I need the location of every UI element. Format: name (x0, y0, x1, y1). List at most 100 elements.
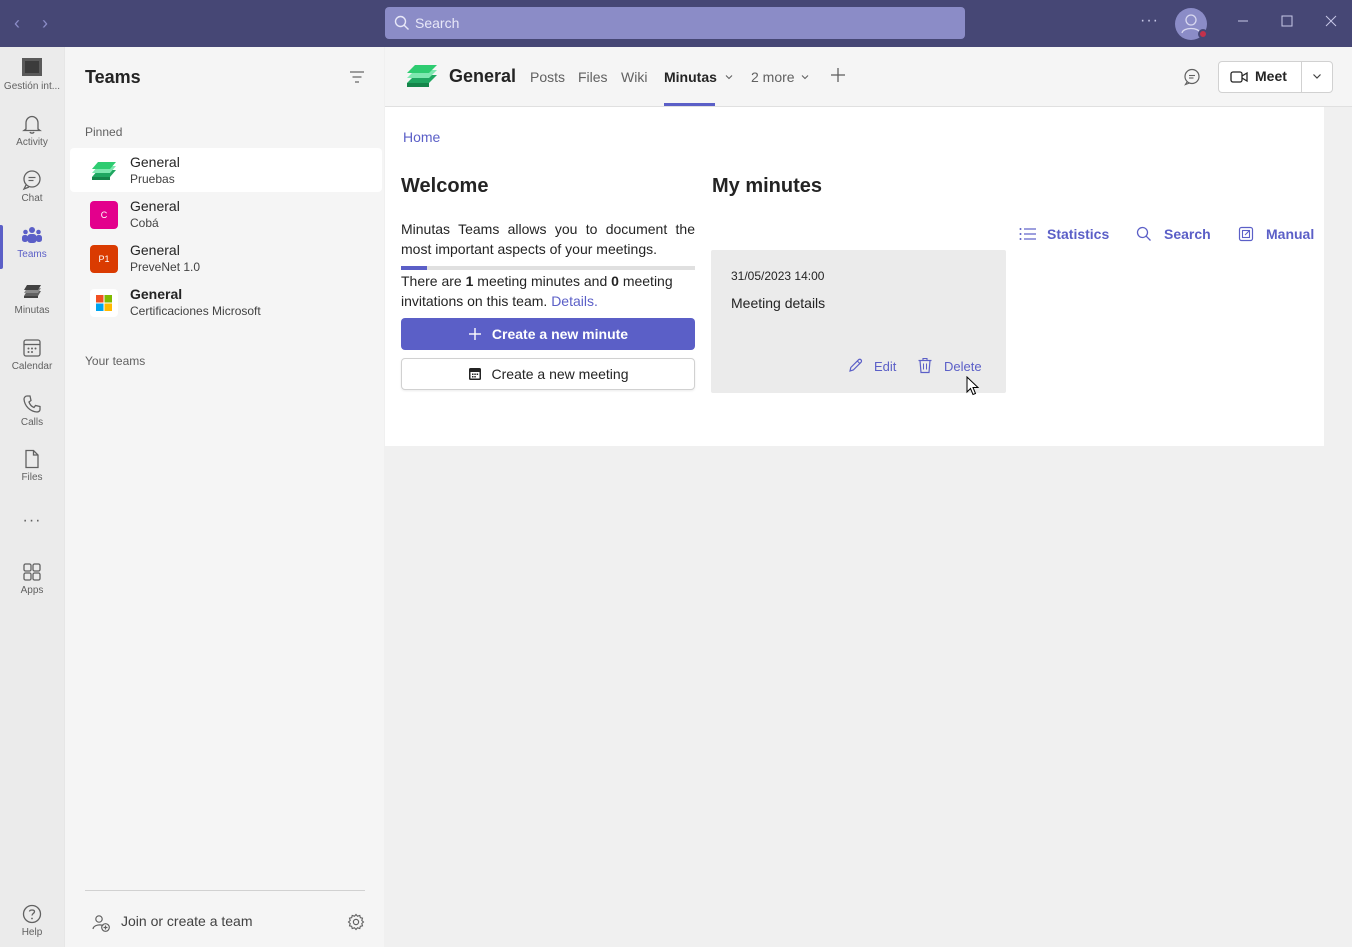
meet-button[interactable]: Meet (1218, 61, 1333, 93)
gear-icon[interactable] (347, 913, 365, 931)
pane-title: Teams (85, 67, 141, 87)
channel-title: General (449, 66, 517, 86)
chevron-down-icon (725, 75, 733, 80)
rail-item-gestion[interactable]: Gestión int... (0, 57, 64, 111)
search-icon (394, 15, 409, 30)
pencil-icon (849, 358, 863, 372)
microsoft-logo-icon (90, 289, 118, 317)
button-label: Create a new minute (491, 326, 629, 342)
summary-part: meeting minutes and (473, 273, 612, 289)
team-name: Pruebas (130, 172, 175, 186)
rail-item-calls[interactable]: Calls (0, 393, 64, 447)
more-options-icon[interactable]: ··· (1140, 12, 1159, 30)
details-link[interactable]: Details. (551, 293, 598, 309)
apps-icon (23, 563, 41, 581)
rail-label: Calls (20, 417, 44, 428)
calendar-icon (23, 339, 41, 357)
rail-item-teams[interactable]: Teams (0, 225, 64, 279)
team-name: PreveNet 1.0 (130, 260, 201, 274)
rail-item-activity[interactable]: Activity (0, 113, 64, 167)
global-search[interactable] (385, 7, 965, 39)
app-logo-icon (22, 58, 42, 76)
minimize-icon[interactable] (1231, 12, 1255, 34)
rail-item-apps[interactable]: Apps (0, 561, 64, 615)
active-tab-indicator (664, 103, 715, 106)
forward-arrow-icon[interactable]: › (34, 12, 56, 34)
team-channel-name: General (130, 242, 180, 258)
rail-item-chat[interactable]: Chat (0, 169, 64, 223)
teams-pane: Teams Pinned General Pruebas C General C… (64, 47, 384, 947)
rail-item-help[interactable]: Help (0, 903, 64, 947)
close-icon[interactable] (1319, 12, 1343, 34)
avatar[interactable] (1175, 8, 1208, 40)
minutas-icon (24, 285, 41, 298)
open-external-icon (1238, 226, 1254, 242)
team-name: Cobá (130, 216, 159, 230)
help-icon (22, 904, 42, 924)
conversation-icon[interactable] (1183, 68, 1201, 86)
team-avatar-c: C (90, 201, 118, 229)
chevron-down-icon[interactable] (1311, 70, 1323, 82)
rail-label: Chat (21, 193, 43, 204)
team-channel-name: General (130, 286, 183, 302)
team-item-coba[interactable]: C General Cobá (70, 192, 382, 236)
button-label: Create a new meeting (491, 366, 629, 382)
progress-bar (401, 266, 695, 270)
team-item-pruebas[interactable]: General Pruebas (70, 148, 382, 192)
create-meeting-button[interactable]: Create a new meeting (401, 358, 695, 390)
file-icon (25, 449, 39, 469)
team-channel-name: General (130, 154, 180, 170)
team-item-certificaciones[interactable]: General Certificaciones Microsoft (70, 280, 382, 324)
divider (1301, 62, 1302, 92)
minutas-logo-icon (90, 157, 118, 185)
create-minute-button[interactable]: Create a new minute (401, 318, 695, 350)
divider (85, 890, 365, 891)
tab-label: 2 more (751, 69, 795, 85)
meet-label: Meet (1255, 68, 1287, 84)
rail-label: Teams (17, 249, 47, 260)
team-item-prevenet[interactable]: P1 General PreveNet 1.0 (70, 236, 382, 280)
add-team-icon (92, 915, 110, 932)
team-name: Certificaciones Microsoft (130, 304, 261, 318)
chevron-down-icon (802, 75, 809, 80)
minute-card[interactable]: 31/05/2023 14:00 Meeting details Edit De… (711, 250, 1006, 393)
app-rail: Gestión int... Activity Chat Teams Minut… (0, 47, 64, 947)
mouse-cursor-icon (966, 376, 980, 396)
tab-label: Minutas (664, 69, 717, 85)
list-icon (1019, 228, 1036, 240)
search-icon (1136, 226, 1151, 241)
welcome-description: Minutas Teams allows you to document the… (401, 221, 695, 257)
breadcrumb-home[interactable]: Home (403, 129, 440, 145)
team-avatar-p1: P1 (90, 245, 118, 273)
progress-fill (401, 266, 428, 270)
rail-item-minutas[interactable]: Minutas (0, 281, 64, 335)
minutas-logo-icon (407, 65, 437, 87)
add-tab-icon[interactable] (830, 67, 846, 83)
your-teams-section-label: Your teams (85, 354, 146, 368)
tab-more[interactable]: 2 more (751, 69, 810, 85)
join-create-team-button[interactable]: Join or create a team (91, 911, 331, 933)
tab-files[interactable]: Files (578, 69, 608, 85)
chat-icon (22, 170, 41, 191)
rail-label: Calendar (11, 361, 53, 372)
action-label: Manual (1266, 226, 1315, 242)
tab-posts[interactable]: Posts (530, 69, 565, 85)
rail-item-files[interactable]: Files (0, 448, 64, 502)
search-input[interactable] (415, 7, 955, 39)
rail-item-calendar[interactable]: Calendar (0, 337, 64, 391)
minute-title: Meeting details (731, 295, 826, 311)
summary-part: There are (401, 273, 466, 289)
action-label: Statistics (1047, 226, 1110, 242)
maximize-icon[interactable] (1275, 12, 1299, 34)
teams-icon (22, 227, 42, 243)
join-label: Join or create a team (121, 913, 253, 929)
team-channel-name: General (130, 198, 180, 214)
filter-icon[interactable] (349, 69, 365, 85)
welcome-title: Welcome (401, 175, 489, 197)
minutas-app-content: Home Welcome Minutas Teams allows you to… (385, 107, 1324, 446)
tab-minutas[interactable]: Minutas (664, 69, 734, 85)
tab-wiki[interactable]: Wiki (621, 69, 647, 85)
channel-header: General Posts Files Wiki Minutas 2 more … (385, 47, 1352, 107)
more-apps-icon[interactable]: ··· (0, 512, 64, 536)
back-arrow-icon[interactable]: ‹ (6, 12, 28, 34)
